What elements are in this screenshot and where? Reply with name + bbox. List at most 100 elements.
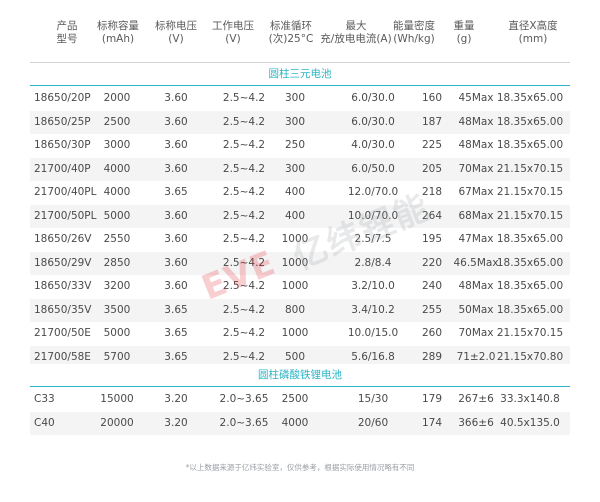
section-lfp: 圆柱磷酸铁锂电池 <box>30 364 570 387</box>
table-row: 21700/40PL 4000 3.65 2.5~4.2 400 12.0/70.0 218… <box>30 181 570 204</box>
table-cell: 400 <box>284 186 306 198</box>
header-capacity: 标称容量 (mAh) <box>97 20 139 45</box>
table-row: 18650/25P 2500 3.60 2.5~4.2 300 6.0/30.0 187 48… <box>30 110 570 134</box>
table-row: 18650/30P 3000 3.60 2.5~4.2 250 4.0/30.0 225 48… <box>30 134 570 157</box>
table-cell: 3.60 <box>164 233 188 245</box>
table-cell: 4.0/30.0 <box>351 139 395 151</box>
table-cell: 18.35x65.00 <box>496 233 564 245</box>
table-cell: 2.5~4.2 <box>222 162 266 175</box>
table-row: 21700/50PL 5000 3.60 2.5~4.2 400 10.0/70.0 264… <box>30 204 570 228</box>
table-cell: 2550 <box>103 233 131 245</box>
table-cell: 3.65 <box>164 303 188 316</box>
table-cell: 10.0/70.0 <box>347 209 399 222</box>
table-cell: 18.35x65.00 <box>496 139 564 151</box>
table-cell: 18.35x65.00 <box>496 256 564 269</box>
table-cell: 21.15x70.15 <box>496 209 564 222</box>
table-cell: 6.0/30.0 <box>351 92 395 104</box>
table-cell: 18.35x65.00 <box>496 303 564 316</box>
table-cell: 800 <box>284 303 306 316</box>
table-cell: 2.5~4.2 <box>222 233 266 245</box>
table-cell: 3.2/10.0 <box>351 280 395 292</box>
table-cell: 18.35x65.00 <box>496 280 564 292</box>
table-cell: 2.0~3.65 <box>219 416 269 429</box>
table-cell: 3000 <box>103 139 131 151</box>
table-cell: 6.0/50.0 <box>351 162 395 175</box>
table-cell: 2.8/8.4 <box>354 256 392 269</box>
table-cell: 2.5~4.2 <box>222 139 266 151</box>
table-cell: 4000 <box>281 416 309 429</box>
header-working-voltage: 工作电压 (V) <box>212 20 254 45</box>
table-cell: 3.20 <box>164 416 188 429</box>
table-cell: 5000 <box>103 209 131 222</box>
table-cell: 1000 <box>281 280 309 292</box>
section-ternary: 圆柱三元电池 <box>30 63 570 86</box>
table-cell: 2500 <box>281 393 309 405</box>
table-cell: 300 <box>284 162 306 175</box>
spec-table-page: 产品 型号 标称容量 (mAh) 标称电压 (V) 工作电压 (V) 标准循环 (次)25… <box>0 0 600 502</box>
table-cell: 2850 <box>103 256 131 269</box>
table-cell: 300 <box>284 115 306 128</box>
table-row: 18650/20P 2000 3.60 2.5~4.2 300 6.0/30.0 160 45… <box>30 87 570 110</box>
table-cell: 3.60 <box>164 256 188 269</box>
table-cell: 3.65 <box>164 327 188 339</box>
table-cell: 1000 <box>281 256 309 269</box>
table-cell: 20/60 <box>357 416 389 429</box>
table-row: 18650/33V 3200 3.60 2.5~4.2 1000 3.2/10.0 240 4… <box>30 275 570 298</box>
table-cell: 6.0/30.0 <box>351 115 395 128</box>
table-cell: 3.60 <box>164 92 188 104</box>
table-cell: 4000 <box>103 162 131 175</box>
table-cell: 2.5/7.5 <box>354 233 392 245</box>
table-cell: 3.4/10.2 <box>351 303 395 316</box>
table-cell: 10.0/15.0 <box>347 327 399 339</box>
table-cell: 18.35x65.00 <box>496 92 564 104</box>
table-cell: 2.5~4.2 <box>222 115 266 128</box>
table-cell: 5000 <box>103 327 131 339</box>
table-cell: 15/30 <box>357 393 389 405</box>
table-row: 18650/26V 2550 3.60 2.5~4.2 1000 2.5/7.5 195 47… <box>30 228 570 251</box>
header-energy-density: 能量密度 (Wh/kg) <box>393 20 435 45</box>
table-cell: 3.60 <box>164 115 188 128</box>
table-cell: 2.5~4.2 <box>222 209 266 222</box>
table-cell: 3.60 <box>164 280 188 292</box>
table-cell: 20000 <box>100 416 134 429</box>
table-row: 18650/29V 2850 3.60 2.5~4.2 1000 2.8/8.4 220 46… <box>30 251 570 275</box>
table-cell: 250 <box>284 139 306 151</box>
table-cell: 33.3x140.8 <box>500 393 560 405</box>
table-cell: 3500 <box>103 303 131 316</box>
table-cell: 300 <box>284 92 306 104</box>
table-cell: 40.5x135.0 <box>500 416 560 429</box>
table-cell: 3.65 <box>164 186 188 198</box>
table-cell: 18.35x65.00 <box>496 115 564 128</box>
table-row: C33 15000 3.20 2.0~3.65 2500 15/30 179 267±6 33.… <box>30 388 570 411</box>
table-cell: 3.60 <box>164 162 188 175</box>
table-cell: 2.5~4.2 <box>222 280 266 292</box>
header-nominal-voltage: 标称电压 (V) <box>155 20 197 45</box>
table-cell: 400 <box>284 209 306 222</box>
table-cell: 21.15x70.15 <box>496 162 564 175</box>
table-row: 21700/50E 5000 3.65 2.5~4.2 1000 10.0/15.0 260… <box>30 322 570 345</box>
table-cell: 2.0~3.65 <box>219 393 269 405</box>
table-cell: 2.5~4.2 <box>222 186 266 198</box>
header-weight: 重量 (g) <box>453 20 475 45</box>
table-cell: 2.5~4.2 <box>222 327 266 339</box>
table-row: C40 20000 3.20 2.0~3.65 4000 20/60 174 366±6 40.… <box>30 411 570 435</box>
table-cell: 1000 <box>281 327 309 339</box>
table-cell: 15000 <box>100 393 134 405</box>
header-dimensions: 直径X高度 (mm) <box>508 20 558 45</box>
table-cell: 12.0/70.0 <box>347 186 399 198</box>
table-cell: 2.5~4.2 <box>222 92 266 104</box>
table-cell: 3.60 <box>164 209 188 222</box>
table-row: 18650/35V 3500 3.65 2.5~4.2 800 3.4/10.2 255 50… <box>30 298 570 322</box>
table-cell: 3.60 <box>164 139 188 151</box>
table-cell: 2.5~4.2 <box>222 256 266 269</box>
table-cell: 2000 <box>103 92 131 104</box>
table-cell: 3.20 <box>164 393 188 405</box>
footnote: *以上数据来源于亿纬实验室，仅供参考，根据实际使用情况略有不同 <box>185 463 415 472</box>
table-cell: 21.15x70.15 <box>496 186 564 198</box>
table-cell: 4000 <box>103 186 131 198</box>
table-cell: 3200 <box>103 280 131 292</box>
table-cell: 2.5~4.2 <box>222 303 266 316</box>
table-row: 21700/40P 4000 3.60 2.5~4.2 300 6.0/50.0 205 70… <box>30 157 570 181</box>
table-cell: 21.15x70.15 <box>496 327 564 339</box>
table-cell: 1000 <box>281 233 309 245</box>
